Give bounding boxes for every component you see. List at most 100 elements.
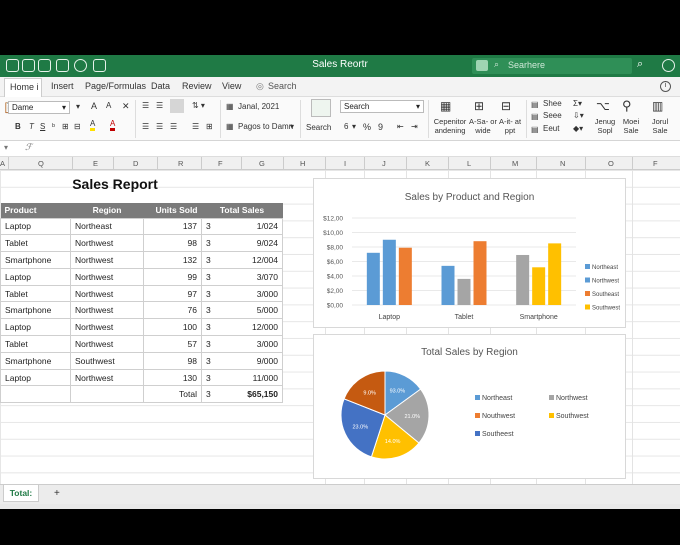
tab-home[interactable]: Home i bbox=[4, 78, 42, 97]
shrink-font-icon[interactable]: A bbox=[106, 101, 111, 110]
border-icon[interactable]: ⊞ bbox=[62, 122, 69, 131]
cell-total[interactable]: 3/000 bbox=[221, 335, 283, 353]
cell-blank[interactable] bbox=[0, 385, 71, 404]
cell-units[interactable]: 132 bbox=[143, 251, 202, 269]
italic-icon[interactable]: T bbox=[29, 122, 34, 131]
align-right-icon[interactable]: ☰ bbox=[170, 122, 177, 131]
column-header[interactable]: H bbox=[300, 159, 305, 168]
conditional-icon[interactable]: ▦ bbox=[440, 99, 451, 113]
search-button[interactable]: Search bbox=[306, 123, 331, 132]
column-header[interactable]: K bbox=[425, 159, 430, 168]
account-icon[interactable] bbox=[662, 59, 675, 72]
wrap-icon[interactable]: ⊞ bbox=[206, 122, 213, 131]
cell-region[interactable]: Northwest bbox=[70, 251, 144, 269]
cell-total[interactable]: 3/070 bbox=[221, 267, 283, 286]
cell-region[interactable]: Northeast bbox=[70, 217, 144, 236]
cell-region[interactable]: Southwest bbox=[70, 351, 144, 370]
clear-format-icon[interactable]: ◆▾ bbox=[573, 124, 583, 133]
cell-units[interactable]: 137 bbox=[143, 217, 202, 236]
grow-font-icon[interactable]: A bbox=[91, 101, 97, 111]
pie-chart[interactable]: Total Sales by Region 93.0% 21.0% 14.0% 23.… bbox=[313, 334, 626, 479]
cell-product[interactable]: Laptop bbox=[0, 267, 71, 286]
cell-region[interactable]: Northwest bbox=[70, 284, 144, 303]
conditional-formatting-button[interactable]: Cepenitor andening bbox=[431, 117, 469, 135]
clear-icon[interactable]: ✕ bbox=[122, 101, 130, 112]
column-header[interactable]: F bbox=[653, 159, 658, 168]
font-size-select[interactable]: ▾ bbox=[76, 102, 80, 111]
fx-icon[interactable]: ℱ bbox=[25, 142, 32, 153]
format-as-table-button[interactable]: A-Sa- or wide bbox=[468, 117, 498, 135]
cell-region[interactable]: Northwest bbox=[70, 234, 144, 253]
cell-total[interactable]: 9/000 bbox=[221, 351, 283, 370]
total-units[interactable]: 3 bbox=[200, 385, 222, 404]
tab-review[interactable]: Review bbox=[182, 81, 212, 91]
column-header[interactable]: I bbox=[344, 159, 346, 168]
cell-region[interactable]: Northwest bbox=[70, 368, 144, 387]
search-icon[interactable]: ⌕ bbox=[637, 58, 643, 71]
analyze-button[interactable]: Jorul Sale bbox=[648, 117, 672, 135]
total-label[interactable]: Total bbox=[143, 385, 202, 404]
column-header[interactable]: E bbox=[93, 159, 98, 168]
fill-icon[interactable]: ⊟ bbox=[74, 122, 81, 131]
column-header[interactable]: Q bbox=[38, 159, 44, 168]
find-select-button[interactable]: Moei Sale bbox=[620, 117, 642, 135]
underline-icon[interactable]: S bbox=[40, 122, 45, 131]
cell-product[interactable]: Tablet bbox=[0, 284, 71, 303]
tell-me[interactable]: Search bbox=[268, 81, 297, 91]
cell-product[interactable]: Tablet bbox=[0, 234, 71, 253]
sort-filter-button[interactable]: Jenug Sopl bbox=[594, 117, 616, 135]
cell-total[interactable]: 1/024 bbox=[221, 217, 283, 236]
indent-icon[interactable]: ☰ bbox=[192, 122, 199, 131]
cell-units[interactable]: 76 bbox=[143, 301, 202, 320]
cell-product[interactable]: Laptop bbox=[0, 318, 71, 337]
column-header[interactable]: A bbox=[0, 159, 5, 168]
cell-units[interactable]: 98 bbox=[143, 351, 202, 370]
number-dropdown-icon[interactable]: ▾ bbox=[352, 122, 356, 131]
cell-qty[interactable]: 3 bbox=[200, 301, 222, 320]
analyze-icon[interactable]: ▥ bbox=[652, 99, 663, 113]
align-middle-icon[interactable]: ☰ bbox=[156, 101, 163, 110]
cell-product[interactable]: Laptop bbox=[0, 368, 71, 387]
fill-down-icon[interactable]: ⇩▾ bbox=[573, 111, 584, 120]
align-top-icon[interactable]: ☰ bbox=[142, 101, 149, 110]
cell-product[interactable]: Tablet bbox=[0, 335, 71, 353]
cell-total[interactable]: 12/004 bbox=[221, 251, 283, 269]
table-format-icon[interactable]: ⊞ bbox=[474, 99, 484, 113]
cell-total[interactable]: 5/000 bbox=[221, 301, 283, 320]
align-left-icon[interactable]: ☰ bbox=[142, 122, 149, 131]
cell-qty[interactable]: 3 bbox=[200, 251, 222, 269]
highlight-icon[interactable]: A bbox=[90, 119, 96, 131]
cell-qty[interactable]: 3 bbox=[200, 368, 222, 387]
cell-region[interactable]: Northwest bbox=[70, 301, 144, 320]
search-tool-icon[interactable] bbox=[311, 99, 331, 117]
column-header[interactable]: O bbox=[608, 159, 614, 168]
pagos-dropdown-icon[interactable]: ▾ bbox=[290, 122, 294, 131]
cell-units[interactable]: 100 bbox=[143, 318, 202, 337]
column-header[interactable]: L bbox=[467, 159, 471, 168]
cell-qty[interactable]: 3 bbox=[200, 217, 222, 236]
cell-units[interactable]: 130 bbox=[143, 368, 202, 387]
header-total-sales[interactable]: Total Sales bbox=[201, 203, 283, 218]
delete-icon[interactable]: ▤ bbox=[531, 112, 539, 121]
tab-insert[interactable]: Insert bbox=[51, 81, 74, 91]
seee-button[interactable]: Seee bbox=[543, 111, 562, 120]
cell-product[interactable]: Smartphone bbox=[0, 301, 71, 320]
header-region[interactable]: Region bbox=[70, 203, 144, 218]
sum-icon[interactable]: Σ▾ bbox=[573, 99, 582, 108]
header-units-sold[interactable]: Units Sold bbox=[143, 203, 202, 218]
cell-qty[interactable]: 3 bbox=[200, 284, 222, 303]
cell-total[interactable]: 11/000 bbox=[221, 368, 283, 387]
column-header[interactable]: R bbox=[178, 159, 183, 168]
decrease-decimal-icon[interactable]: ⇥ bbox=[411, 122, 418, 131]
tab-data[interactable]: Data bbox=[151, 81, 170, 91]
strike-icon[interactable]: ᵇ bbox=[52, 122, 55, 131]
column-header[interactable]: D bbox=[133, 159, 138, 168]
pagos-button[interactable]: Pagos to Damn bbox=[238, 122, 293, 131]
cell-product[interactable]: Smartphone bbox=[0, 251, 71, 269]
total-sales[interactable]: $65,150 bbox=[221, 385, 283, 404]
increase-decimal-icon[interactable]: ⇤ bbox=[397, 122, 404, 131]
cell-region[interactable]: Northwest bbox=[70, 267, 144, 286]
cell-units[interactable]: 98 bbox=[143, 234, 202, 253]
name-box-dropdown-icon[interactable]: ▾ bbox=[4, 143, 8, 152]
search-field[interactable]: Search ▾ bbox=[340, 100, 424, 113]
